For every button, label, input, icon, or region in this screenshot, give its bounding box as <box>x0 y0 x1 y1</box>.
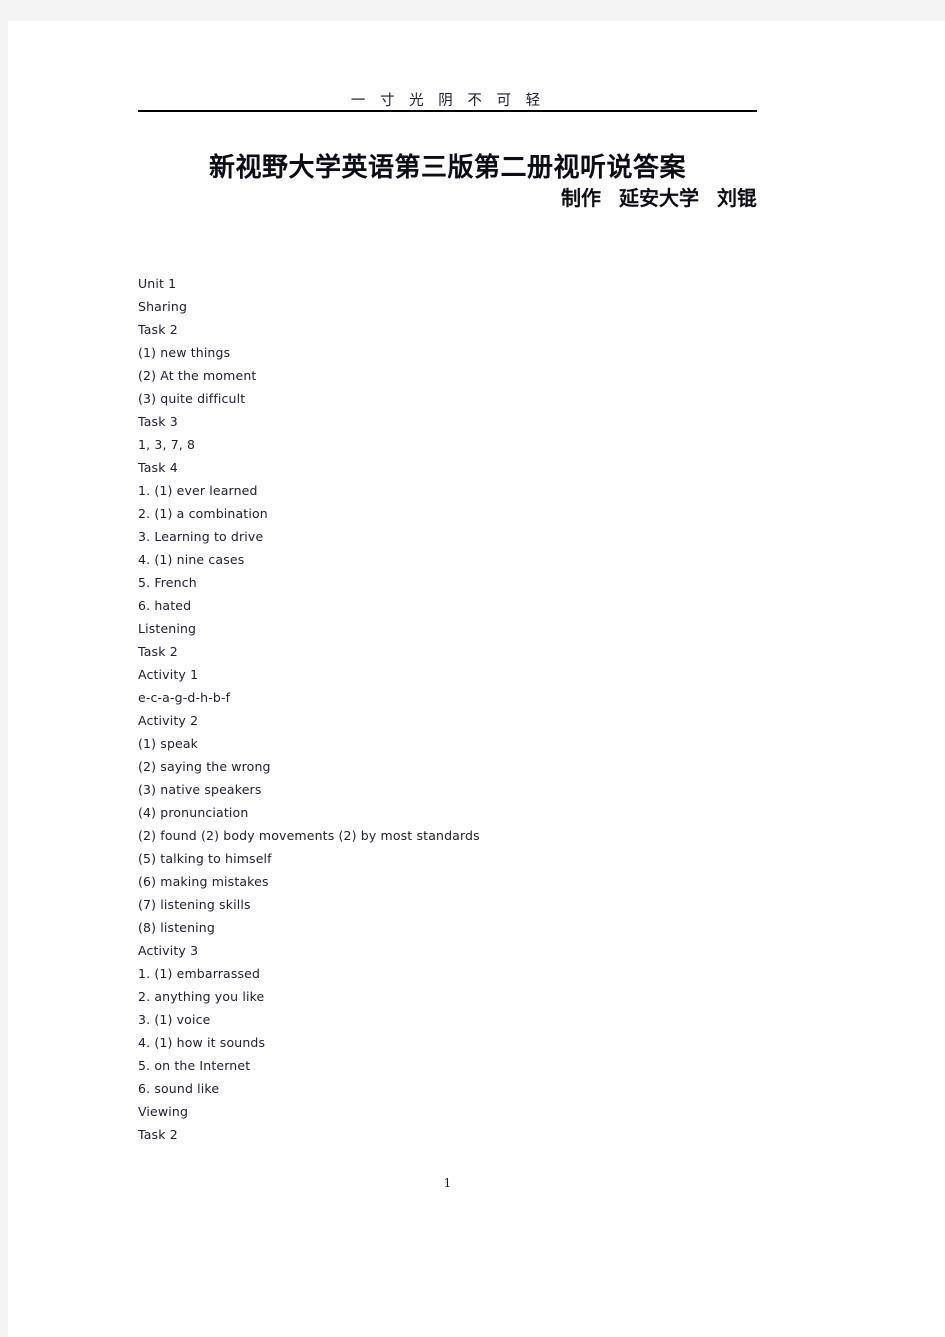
answer-line: (2) found (2) body movements (2) by most… <box>138 828 480 843</box>
answer-line: Activity 1 <box>138 667 199 682</box>
answer-line: (1) speak <box>138 736 199 751</box>
answer-line: Viewing <box>138 1104 189 1119</box>
answer-line: (3) quite difficult <box>138 391 246 406</box>
answer-line: Listening <box>138 621 197 636</box>
answer-line: Activity 3 <box>138 943 199 958</box>
answer-line: 4. (1) nine cases <box>138 552 245 567</box>
answer-line: 6. hated <box>138 598 192 613</box>
answer-line: 5. French <box>138 575 197 590</box>
answer-line: (6) making mistakes <box>138 874 269 889</box>
answer-line: Task 3 <box>138 414 178 429</box>
page-number: 1 <box>443 1176 452 1190</box>
answer-key-body: Unit 1 Sharing Task 2 (1) new things (2) At … <box>138 272 838 1146</box>
answer-line: (3) native speakers <box>138 782 262 797</box>
byline-affiliation: 延安大学 <box>619 186 699 210</box>
answer-line: (5) talking to himself <box>138 851 272 866</box>
answer-line: (2) saying the wrong <box>138 759 271 774</box>
answer-line: 3. (1) voice <box>138 1012 211 1027</box>
answer-line: 1. (1) embarrassed <box>138 966 261 981</box>
answer-line: Task 4 <box>138 460 178 475</box>
answer-line: Task 2 <box>138 1127 178 1142</box>
answer-line: Activity 2 <box>138 713 199 728</box>
byline-role: 制作 <box>561 186 601 210</box>
answer-line: 1, 3, 7, 8 <box>138 437 196 452</box>
answer-line: 6. sound like <box>138 1081 220 1096</box>
header-rule <box>138 110 757 112</box>
document-page: 一 寸 光 阴 不 可 轻 新视野大学英语第三版第二册视听说答案 制作 延安大学刘… <box>8 21 945 1337</box>
answer-line: (2) At the moment <box>138 368 257 383</box>
answer-line: 2. anything you like <box>138 989 265 1004</box>
answer-line: (4) pronunciation <box>138 805 249 820</box>
answer-line: (1) new things <box>138 345 231 360</box>
answer-line: 4. (1) how it sounds <box>138 1035 266 1050</box>
answer-line: Unit 1 <box>138 276 177 291</box>
answer-line: Task 2 <box>138 644 178 659</box>
answer-line: 2. (1) a combination <box>138 506 268 521</box>
answer-line: 5. on the Internet <box>138 1058 251 1073</box>
byline-author: 刘锟 <box>717 186 757 210</box>
running-header: 一 寸 光 阴 不 可 轻 <box>350 93 546 109</box>
answer-line: e-c-a-g-d-h-b-f <box>138 690 231 705</box>
byline: 制作 延安大学 刘锟 <box>138 183 757 213</box>
answer-line: (7) listening skills <box>138 897 251 912</box>
answer-line: 3. Learning to drive <box>138 529 264 544</box>
answer-line: (8) listening <box>138 920 215 935</box>
answer-line: Sharing <box>138 299 188 314</box>
page-title: 新视野大学英语第三版第二册视听说答案 <box>208 153 686 184</box>
answer-line: 1. (1) ever learned <box>138 483 258 498</box>
answer-line: Task 2 <box>138 322 178 337</box>
